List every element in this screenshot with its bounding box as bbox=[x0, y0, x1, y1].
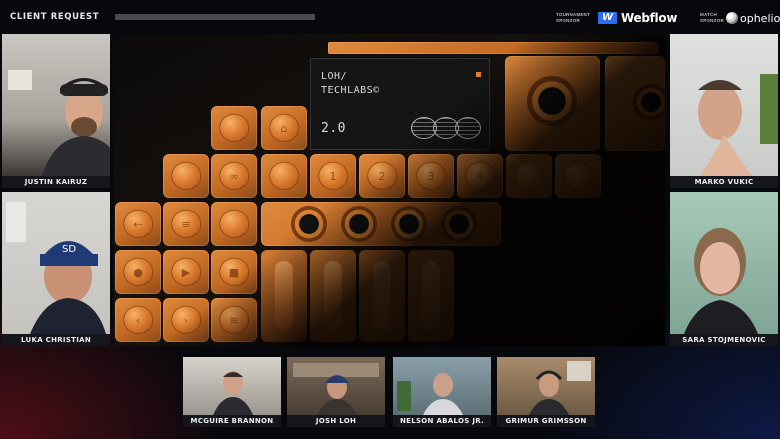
device-key: ∞ bbox=[211, 154, 257, 198]
svg-text:SD: SD bbox=[62, 244, 76, 255]
participant-video: SD bbox=[2, 192, 110, 334]
screen-line-2: TECHLABS© bbox=[321, 85, 380, 96]
device-slider-2 bbox=[310, 250, 356, 342]
device-dial-2 bbox=[633, 84, 665, 120]
webflow-icon: W bbox=[598, 12, 617, 24]
participant-tile-right-2: SARA STOJMENOVIC bbox=[670, 192, 778, 346]
participant-tile-bottom-4: GRIMUR GRIMSSON bbox=[497, 357, 595, 427]
participant-name: MARKO VUKIC bbox=[670, 176, 778, 188]
device-encoder-4 bbox=[441, 206, 477, 242]
participant-tile-bottom-2: JOSH LOH bbox=[287, 357, 385, 427]
device-key: ⇠ bbox=[115, 202, 161, 246]
device-key-1: 1 bbox=[310, 154, 356, 198]
participant-video bbox=[670, 34, 778, 176]
tape-reels-graphic bbox=[411, 117, 483, 139]
round-progress-bar bbox=[115, 14, 315, 20]
main-shared-view: LOH/ TECHLABS© 2.0 ⌂ ∞ 1 2 3 4 ⇠ ≡ ● ▶ ■… bbox=[113, 34, 665, 346]
participant-video bbox=[2, 34, 110, 176]
webflow-name: Webflow bbox=[621, 11, 678, 25]
show-title: CLIENT REQUEST bbox=[10, 12, 100, 22]
device-slider-1 bbox=[261, 250, 307, 342]
device-key bbox=[211, 106, 257, 150]
device-encoder-1 bbox=[291, 206, 327, 242]
participant-video bbox=[670, 192, 778, 334]
device-key-left: ‹ bbox=[115, 298, 161, 342]
match-sponsor-label: MATCH SPONSOR bbox=[700, 12, 724, 23]
participant-tile-left-2: SD LUKA CHRISTIAN bbox=[2, 192, 110, 346]
participant-tile-left-1: JUSTIN KAIRUZ bbox=[2, 34, 110, 188]
device-key bbox=[211, 202, 257, 246]
device-key: ≋ bbox=[211, 298, 257, 342]
participant-video bbox=[393, 357, 491, 415]
device-slider-4 bbox=[408, 250, 454, 342]
device-screen: LOH/ TECHLABS© 2.0 bbox=[310, 58, 490, 150]
ophelio-logo: ophelio bbox=[726, 10, 780, 26]
participant-tile-right-1: MARKO VUKIC bbox=[670, 34, 778, 188]
participant-name: JUSTIN KAIRUZ bbox=[2, 176, 110, 188]
participant-tile-bottom-1: MCGUIRE BRANNON bbox=[183, 357, 281, 427]
participant-name: NELSON ABALOS JR. bbox=[393, 415, 491, 427]
device-key-stop: ■ bbox=[211, 250, 257, 294]
device-key-4: 4 bbox=[457, 154, 503, 198]
device-key-record: ● bbox=[115, 250, 161, 294]
device-key bbox=[163, 154, 209, 198]
device-key: ≡ bbox=[163, 202, 209, 246]
device-key-play: ▶ bbox=[163, 250, 209, 294]
device-key bbox=[261, 154, 307, 198]
participant-video bbox=[183, 357, 281, 415]
device-encoder-2 bbox=[341, 206, 377, 242]
participant-name: GRIMUR GRIMSSON bbox=[497, 415, 595, 427]
tournament-sponsor-label: TOURNAMENT SPONSOR bbox=[556, 12, 590, 23]
screen-line-1: LOH/ bbox=[321, 71, 348, 82]
webflow-logo: W Webflow bbox=[598, 10, 677, 26]
device-key-2: 2 bbox=[359, 154, 405, 198]
screen-indicator-dot bbox=[476, 72, 481, 77]
device-key-3: 3 bbox=[408, 154, 454, 198]
participant-name: JOSH LOH bbox=[287, 415, 385, 427]
device-key bbox=[506, 154, 552, 198]
synth-device-photo: LOH/ TECHLABS© 2.0 ⌂ ∞ 1 2 3 4 ⇠ ≡ ● ▶ ■… bbox=[113, 34, 665, 346]
top-bar: CLIENT REQUEST TOURNAMENT SPONSOR W Webf… bbox=[0, 0, 780, 34]
device-key bbox=[555, 154, 601, 198]
device-top-edge bbox=[328, 42, 658, 54]
ophelio-name: ophelio bbox=[740, 11, 780, 25]
device-key-right: › bbox=[163, 298, 209, 342]
participant-video bbox=[497, 357, 595, 415]
screen-version: 2.0 bbox=[321, 121, 346, 136]
participant-name: SARA STOJMENOVIC bbox=[670, 334, 778, 346]
participant-name: MCGUIRE BRANNON bbox=[183, 415, 281, 427]
participant-video bbox=[287, 357, 385, 415]
participant-name: LUKA CHRISTIAN bbox=[2, 334, 110, 346]
device-slider-3 bbox=[359, 250, 405, 342]
participant-tile-bottom-3: NELSON ABALOS JR. bbox=[393, 357, 491, 427]
device-encoder-3 bbox=[391, 206, 427, 242]
device-key: ⌂ bbox=[261, 106, 307, 150]
ophelio-icon bbox=[726, 12, 738, 24]
device-dial-1 bbox=[527, 76, 577, 126]
